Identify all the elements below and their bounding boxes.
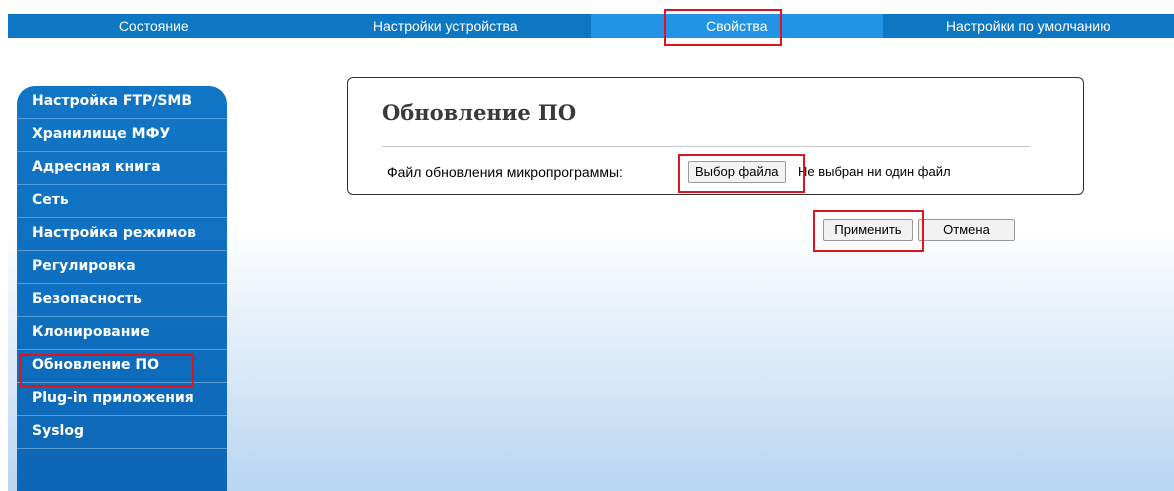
top-navigation: Состояние Настройки устройства Свойства … [8, 14, 1174, 38]
divider [382, 146, 1030, 147]
tab-status[interactable]: Состояние [8, 14, 300, 38]
panel-title: Обновление ПО [382, 100, 577, 125]
firmware-update-panel: Обновление ПО Файл обновления микропрогр… [347, 77, 1084, 195]
apply-button[interactable]: Применить [823, 219, 913, 241]
sidebar-item-storage[interactable]: Хранилище МФУ [17, 119, 227, 152]
sidebar-item-ftp-smb[interactable]: Настройка FTP/SMB [17, 86, 227, 119]
choose-file-button[interactable]: Выбор файла [688, 161, 786, 183]
tab-device-settings[interactable]: Настройки устройства [300, 14, 592, 38]
firmware-file-label: Файл обновления микропрограммы: [387, 164, 623, 180]
sidebar-item-network[interactable]: Сеть [17, 185, 227, 218]
no-file-text: Не выбран ни один файл [798, 164, 951, 179]
sidebar-item-address-book[interactable]: Адресная книга [17, 152, 227, 185]
sidebar-item-firmware-update[interactable]: Обновление ПО [17, 350, 227, 383]
sidebar-item-plugins[interactable]: Plug-in приложения [17, 383, 227, 416]
cancel-button[interactable]: Отмена [918, 219, 1015, 241]
sidebar: Настройка FTP/SMB Хранилище МФУ Адресная… [17, 86, 227, 491]
sidebar-item-syslog[interactable]: Syslog [17, 416, 227, 449]
sidebar-item-security[interactable]: Безопасность [17, 284, 227, 317]
tab-properties[interactable]: Свойства [591, 14, 883, 38]
sidebar-item-mode-settings[interactable]: Настройка режимов [17, 218, 227, 251]
sidebar-item-cloning[interactable]: Клонирование [17, 317, 227, 350]
sidebar-item-adjustment[interactable]: Регулировка [17, 251, 227, 284]
tab-default-settings[interactable]: Настройки по умолчанию [883, 14, 1174, 38]
